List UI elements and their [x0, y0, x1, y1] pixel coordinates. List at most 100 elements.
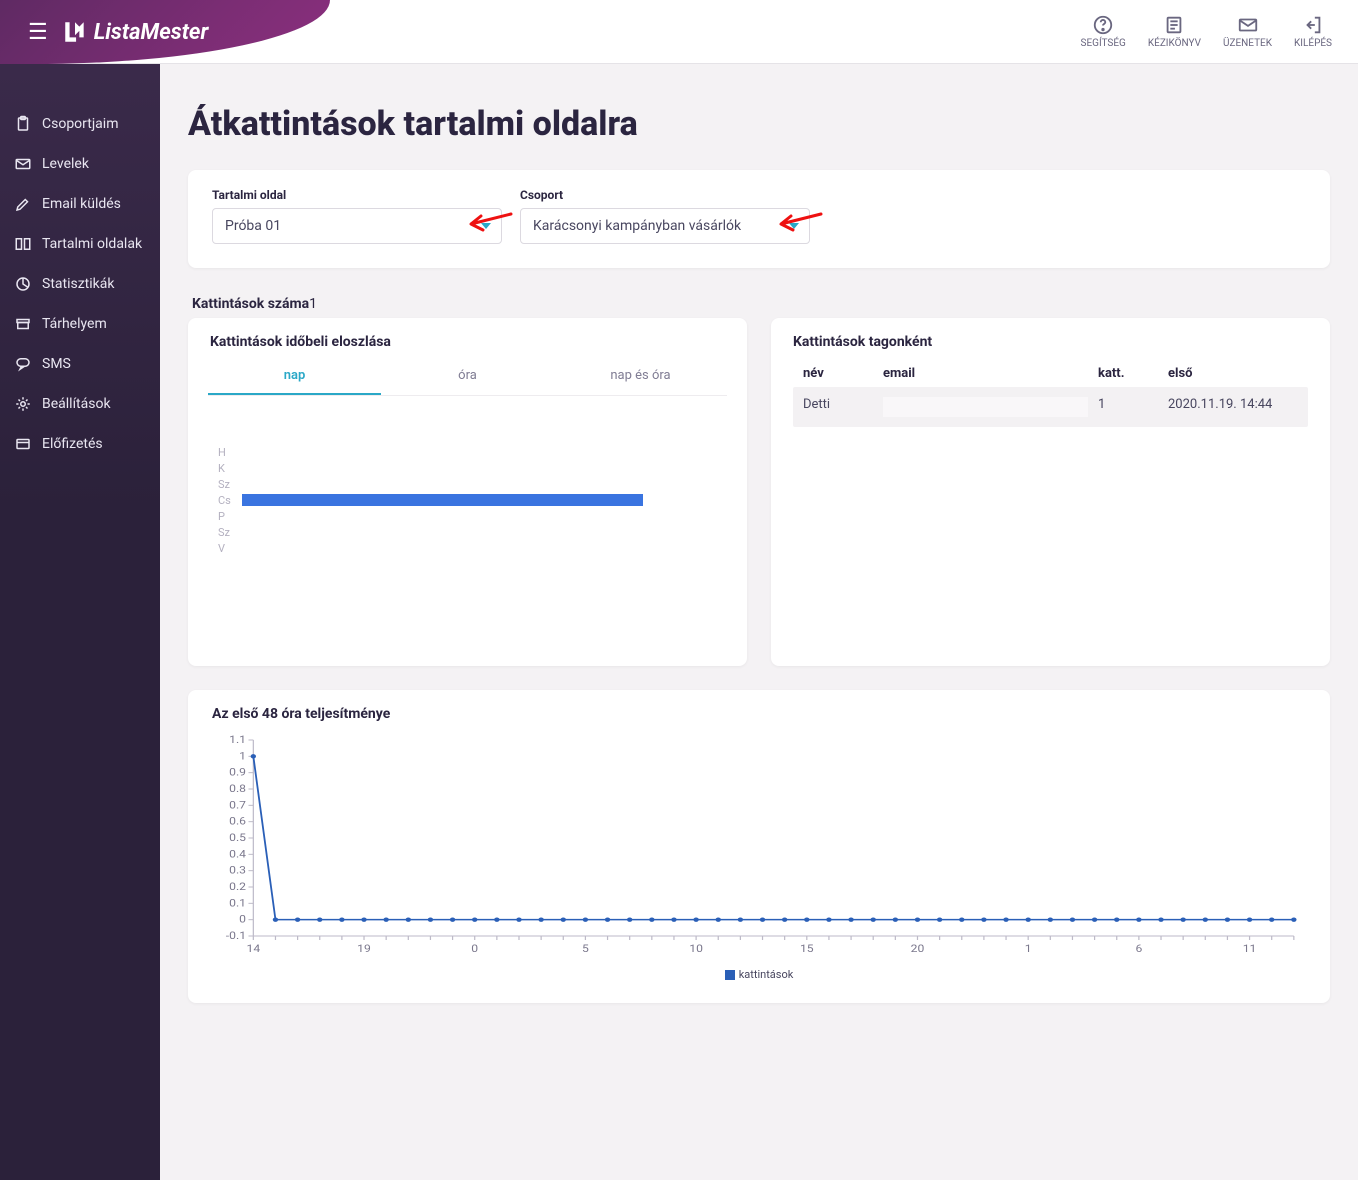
- book-open-icon: [14, 235, 32, 253]
- help-icon: [1092, 14, 1114, 36]
- day-bar-row: P: [218, 508, 723, 524]
- sidebar-item-storage[interactable]: Tárhelyem: [0, 304, 160, 344]
- sidebar-item-label: Tartalmi oldalak: [42, 236, 142, 252]
- chevron-down-icon: [481, 223, 491, 229]
- logout-icon: [1302, 14, 1324, 36]
- day-label: V: [218, 542, 242, 555]
- content-page-label: Tartalmi oldal: [212, 188, 502, 202]
- day-bar-row: Sz: [218, 476, 723, 492]
- col-clicks: katt.: [1098, 366, 1158, 381]
- group-select[interactable]: Karácsonyi kampányban vásárlók: [520, 208, 810, 244]
- help-label: SEGÍTSÉG: [1081, 38, 1126, 49]
- listamester-logo-icon: [62, 19, 88, 45]
- sidebar-item-settings[interactable]: Beállítások: [0, 384, 160, 424]
- clicks-count-label: Kattintások száma1: [192, 296, 1330, 312]
- svg-text:-0.1: -0.1: [226, 930, 246, 942]
- logout-button[interactable]: KILÉPÉS: [1294, 14, 1332, 49]
- chart48-plot: -0.100.10.20.30.40.50.60.70.80.911.11419…: [212, 732, 1306, 962]
- filter-card: Tartalmi oldal Próba 01 Csoport Karácson…: [188, 170, 1330, 268]
- chat-icon: [14, 355, 32, 373]
- sidebar-item-sms[interactable]: SMS: [0, 344, 160, 384]
- day-label: Sz: [218, 526, 242, 539]
- svg-text:10: 10: [689, 943, 703, 955]
- svg-text:19: 19: [357, 943, 371, 955]
- svg-text:14: 14: [246, 943, 260, 955]
- book-icon: [1163, 14, 1185, 36]
- sidebar-item-label: Tárhelyem: [42, 316, 107, 332]
- sidebar-item-label: SMS: [42, 356, 71, 372]
- day-label: Cs: [218, 494, 242, 507]
- svg-text:20: 20: [911, 943, 925, 955]
- cell-name: Detti: [803, 397, 873, 417]
- col-email: email: [883, 366, 1088, 381]
- svg-text:0.1: 0.1: [229, 897, 246, 909]
- bar-track: [242, 462, 723, 474]
- col-first: első: [1168, 366, 1298, 381]
- sidebar-item-mails[interactable]: Levelek: [0, 144, 160, 184]
- day-label: H: [218, 446, 242, 459]
- svg-text:0: 0: [239, 914, 246, 926]
- mail-icon: [1237, 14, 1259, 36]
- members-table-header: név email katt. első: [793, 360, 1308, 387]
- day-label: P: [218, 510, 242, 523]
- tab-hour[interactable]: óra: [381, 360, 554, 395]
- group-label: Csoport: [520, 188, 810, 202]
- svg-text:5: 5: [582, 943, 589, 955]
- legend-swatch-icon: [725, 970, 735, 980]
- page-title: Átkattintások tartalmi oldalra: [188, 104, 1330, 144]
- svg-text:15: 15: [800, 943, 814, 955]
- sidebar-item-label: Statisztikák: [42, 276, 114, 292]
- sidebar-item-label: Email küldés: [42, 196, 121, 212]
- day-bar-chart: HK Sz Cs P Sz V: [188, 414, 747, 576]
- sidebar-item-label: Előfizetés: [42, 436, 103, 452]
- gear-icon: [14, 395, 32, 413]
- cell-clicks: 1: [1098, 397, 1158, 417]
- bar-track: [242, 526, 723, 538]
- mail-icon: [14, 155, 32, 173]
- sidebar-item-label: Levelek: [42, 156, 89, 172]
- brand-logo: ListaMester: [62, 19, 209, 45]
- svg-text:1.1: 1.1: [229, 734, 246, 746]
- manual-button[interactable]: KÉZIKÖNYV: [1148, 14, 1201, 49]
- archive-icon: [14, 315, 32, 333]
- manual-label: KÉZIKÖNYV: [1148, 38, 1201, 49]
- bar-track: [242, 494, 723, 506]
- day-bar-row: Cs: [218, 492, 723, 508]
- day-bar-row: V: [218, 540, 723, 556]
- pie-chart-icon: [14, 275, 32, 293]
- logout-label: KILÉPÉS: [1294, 38, 1332, 49]
- bar-track: [242, 478, 723, 490]
- sidebar-item-subscription[interactable]: Előfizetés: [0, 424, 160, 464]
- svg-text:0.4: 0.4: [229, 848, 246, 860]
- content-page-select[interactable]: Próba 01: [212, 208, 502, 244]
- members-panel-title: Kattintások tagonként: [771, 318, 1330, 360]
- time-panel-title: Kattintások időbeli eloszlása: [188, 318, 747, 360]
- day-label: Sz: [218, 478, 242, 491]
- sidebar-item-groups[interactable]: Csoportjaim: [0, 104, 160, 144]
- messages-label: ÜZENETEK: [1223, 38, 1272, 49]
- col-name: név: [803, 366, 873, 381]
- svg-text:0.3: 0.3: [229, 865, 246, 877]
- messages-button[interactable]: ÜZENETEK: [1223, 14, 1272, 49]
- sidebar-item-stats[interactable]: Statisztikák: [0, 264, 160, 304]
- chart48-card: Az első 48 óra teljesítménye -0.100.10.2…: [188, 690, 1330, 1003]
- svg-text:1: 1: [239, 750, 246, 762]
- sidebar-item-content-pages[interactable]: Tartalmi oldalak: [0, 224, 160, 264]
- day-bar-row: K: [218, 460, 723, 476]
- sidebar-item-label: Csoportjaim: [42, 116, 118, 132]
- group-value: Karácsonyi kampányban vásárlók: [533, 218, 741, 234]
- svg-text:1: 1: [1025, 943, 1032, 955]
- members-table-row[interactable]: Detti 1 2020.11.19. 14:44: [793, 387, 1308, 427]
- tab-day-hour[interactable]: nap és óra: [554, 360, 727, 395]
- cell-first: 2020.11.19. 14:44: [1168, 397, 1298, 417]
- svg-text:0.5: 0.5: [229, 832, 246, 844]
- bar-track: [242, 446, 723, 458]
- content-page-value: Próba 01: [225, 218, 281, 234]
- tab-day[interactable]: nap: [208, 360, 381, 395]
- bar: [242, 494, 643, 506]
- sidebar-item-send[interactable]: Email küldés: [0, 184, 160, 224]
- menu-toggle-icon[interactable]: ☰: [28, 20, 48, 45]
- svg-text:11: 11: [1243, 943, 1257, 955]
- help-button[interactable]: SEGÍTSÉG: [1081, 14, 1126, 49]
- svg-text:0.2: 0.2: [229, 881, 246, 893]
